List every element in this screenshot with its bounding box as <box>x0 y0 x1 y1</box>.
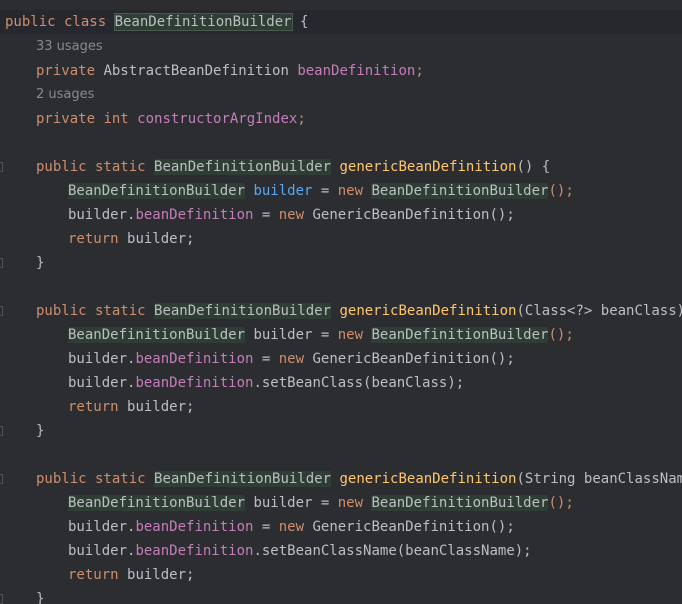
return-type[interactable]: BeanDefinitionBuilder <box>154 471 332 487</box>
object-ref: builder. <box>68 375 136 391</box>
keyword: private <box>36 111 104 127</box>
object-ref: builder. <box>68 543 136 559</box>
code-line-method-signature[interactable]: public static BeanDefinitionBuilder gene… <box>0 467 682 491</box>
method-params: (Class<?> beanClass) { <box>516 303 682 319</box>
expression: builder; <box>127 567 195 583</box>
expression: builder; <box>127 231 195 247</box>
keyword: return <box>68 399 128 415</box>
local-variable[interactable]: builder <box>245 495 312 511</box>
field-ref[interactable]: beanDefinition <box>135 351 253 367</box>
call-end: (); <box>548 327 574 343</box>
code-line[interactable]: builder.beanDefinition = new GenericBean… <box>0 515 682 539</box>
code-line-close-brace[interactable]: } <box>0 587 682 604</box>
code-line-class-declaration[interactable]: public class BeanDefinitionBuilder { <box>0 10 682 34</box>
keyword: new <box>337 183 372 199</box>
code-line[interactable]: builder.beanDefinition = new GenericBean… <box>0 347 682 371</box>
keyword: new <box>337 327 372 343</box>
type-name[interactable]: BeanDefinitionBuilder <box>68 495 246 511</box>
method-params: () { <box>516 159 551 175</box>
usages-count[interactable]: 2 usages <box>36 87 94 102</box>
method-call: .setBeanClassName(beanClassName); <box>253 543 532 559</box>
operator: = <box>253 207 279 223</box>
usages-count[interactable]: 33 usages <box>36 39 103 54</box>
keyword: return <box>68 231 128 247</box>
keyword: return <box>68 567 128 583</box>
field-ref[interactable]: beanDefinition <box>135 543 253 559</box>
code-line-method-signature[interactable]: public static BeanDefinitionBuilder gene… <box>0 155 682 179</box>
brace: { <box>291 14 309 30</box>
object-ref: builder. <box>68 207 136 223</box>
keyword: public static <box>36 159 155 175</box>
method-call: .setBeanClass(beanClass); <box>253 375 465 391</box>
usages-hint[interactable]: 2 usages <box>0 83 682 107</box>
method-params: (String beanClassName) { <box>516 471 682 487</box>
field-name[interactable]: constructorArgIndex <box>137 111 297 127</box>
code-line[interactable]: BeanDefinitionBuilder builder = new Bean… <box>0 179 682 203</box>
brace: } <box>36 255 45 271</box>
keyword: new <box>278 519 313 535</box>
method-name[interactable]: genericBeanDefinition <box>339 471 516 487</box>
code-line-close-brace[interactable]: } <box>0 419 682 443</box>
local-variable[interactable]: builder <box>245 327 312 343</box>
brace: } <box>36 423 45 439</box>
keyword: public static <box>36 303 155 319</box>
expression: GenericBeanDefinition(); <box>312 351 515 367</box>
constructor-call[interactable]: BeanDefinitionBuilder <box>371 183 549 199</box>
operator: = <box>253 519 279 535</box>
keyword: new <box>337 495 372 511</box>
operator: = <box>253 351 279 367</box>
code-line-field-bean-definition[interactable]: private AbstractBeanDefinition beanDefin… <box>0 59 682 83</box>
code-line-field-constructor-arg-index[interactable]: private int constructorArgIndex; <box>0 107 682 131</box>
field-ref[interactable]: beanDefinition <box>135 375 253 391</box>
keyword: public static <box>36 471 155 487</box>
constructor-call[interactable]: BeanDefinitionBuilder <box>371 327 549 343</box>
keyword: new <box>278 351 313 367</box>
code-line[interactable]: builder.beanDefinition.setBeanClassName(… <box>0 539 682 563</box>
keyword: public class <box>5 14 115 30</box>
field-ref[interactable]: beanDefinition <box>135 519 253 535</box>
type-name[interactable]: BeanDefinitionBuilder <box>68 327 246 343</box>
local-variable[interactable]: builder <box>245 183 312 199</box>
code-editor[interactable]: public class BeanDefinitionBuilder { 33 … <box>0 0 682 604</box>
return-type[interactable]: BeanDefinitionBuilder <box>154 159 332 175</box>
type-name[interactable]: BeanDefinitionBuilder <box>68 183 246 199</box>
semicolon: ; <box>415 63 424 79</box>
code-line[interactable]: BeanDefinitionBuilder builder = new Bean… <box>0 491 682 515</box>
call-end: (); <box>548 183 574 199</box>
call-end: (); <box>548 495 574 511</box>
expression: GenericBeanDefinition(); <box>312 207 515 223</box>
operator: = <box>312 183 338 199</box>
object-ref: builder. <box>68 519 136 535</box>
keyword: new <box>278 207 313 223</box>
code-line-method-signature[interactable]: public static BeanDefinitionBuilder gene… <box>0 299 682 323</box>
code-line[interactable]: builder.beanDefinition.setBeanClass(bean… <box>0 371 682 395</box>
field-type: int <box>103 111 138 127</box>
code-line[interactable]: BeanDefinitionBuilder builder = new Bean… <box>0 323 682 347</box>
code-line-return[interactable]: return builder; <box>0 395 682 419</box>
method-name[interactable]: genericBeanDefinition <box>339 303 516 319</box>
semicolon: ; <box>297 111 306 127</box>
object-ref: builder. <box>68 351 136 367</box>
brace: } <box>36 591 45 604</box>
operator: = <box>312 495 338 511</box>
expression: GenericBeanDefinition(); <box>312 519 515 535</box>
field-name[interactable]: beanDefinition <box>297 63 415 79</box>
class-name[interactable]: BeanDefinitionBuilder <box>113 13 293 31</box>
field-type: AbstractBeanDefinition <box>103 63 298 79</box>
code-line-close-brace[interactable]: } <box>0 251 682 275</box>
code-line-return[interactable]: return builder; <box>0 227 682 251</box>
expression: builder; <box>127 399 195 415</box>
operator: = <box>312 327 338 343</box>
constructor-call[interactable]: BeanDefinitionBuilder <box>371 495 549 511</box>
method-name[interactable]: genericBeanDefinition <box>339 159 516 175</box>
code-line[interactable]: builder.beanDefinition = new GenericBean… <box>0 203 682 227</box>
field-ref[interactable]: beanDefinition <box>135 207 253 223</box>
code-line-return[interactable]: return builder; <box>0 563 682 587</box>
return-type[interactable]: BeanDefinitionBuilder <box>154 303 332 319</box>
keyword: private <box>36 63 104 79</box>
usages-hint[interactable]: 33 usages <box>0 35 682 59</box>
